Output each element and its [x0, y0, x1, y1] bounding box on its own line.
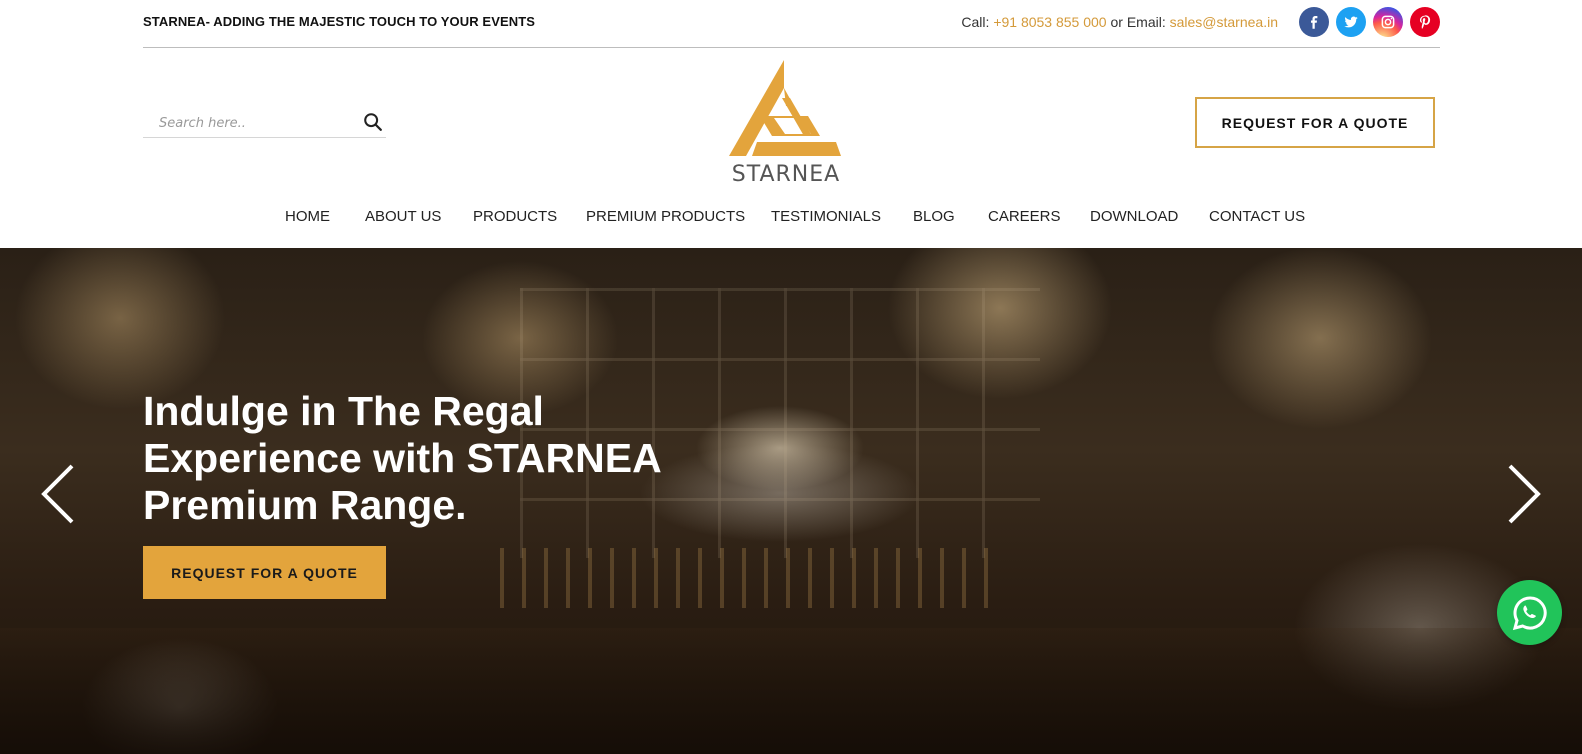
- hero-slider: Indulge in The Regal Experience with STA…: [0, 248, 1582, 754]
- hero-title: Indulge in The Regal Experience with STA…: [143, 388, 661, 528]
- hero-background-tables: [500, 548, 1000, 608]
- search-input[interactable]: [157, 111, 361, 135]
- whatsapp-icon[interactable]: [1497, 580, 1562, 645]
- twitter-icon[interactable]: [1336, 7, 1366, 37]
- hero-request-quote-button[interactable]: REQUEST FOR A QUOTE: [143, 546, 386, 599]
- nav-item-download[interactable]: DOWNLOAD: [1090, 208, 1178, 225]
- site-logo[interactable]: STARNEA: [724, 58, 848, 190]
- search-box: [143, 108, 386, 138]
- search-icon[interactable]: [362, 111, 384, 133]
- nav-item-careers[interactable]: CAREERS: [988, 208, 1061, 225]
- top-divider: [143, 47, 1440, 48]
- logo-text: STARNEA: [731, 162, 841, 187]
- nav-item-blog[interactable]: BLOG: [913, 208, 955, 225]
- nav-item-testimonials[interactable]: TESTIMONIALS: [771, 208, 881, 225]
- pinterest-icon[interactable]: [1410, 7, 1440, 37]
- phone-link[interactable]: +91 8053 855 000: [993, 14, 1106, 30]
- request-quote-button[interactable]: REQUEST FOR A QUOTE: [1195, 97, 1435, 148]
- slider-prev-icon[interactable]: [36, 462, 80, 526]
- logo-mark-icon: [729, 60, 841, 156]
- call-label: Call:: [961, 14, 994, 30]
- contact-info: Call: +91 8053 855 000 or Email: sales@s…: [961, 14, 1278, 30]
- nav-item-premium-products[interactable]: PREMIUM PRODUCTS: [586, 208, 745, 225]
- nav-item-home[interactable]: HOME: [285, 208, 330, 225]
- email-link[interactable]: sales@starnea.in: [1170, 14, 1278, 30]
- facebook-icon[interactable]: [1299, 7, 1329, 37]
- nav-item-contact-us[interactable]: CONTACT US: [1209, 208, 1305, 225]
- page: STARNEA- ADDING THE MAJESTIC TOUCH TO YO…: [0, 0, 1582, 754]
- email-label: or Email:: [1106, 14, 1170, 30]
- site-tagline: STARNEA- ADDING THE MAJESTIC TOUCH TO YO…: [143, 14, 536, 29]
- hero-background-floor: [0, 628, 1582, 754]
- slider-next-icon[interactable]: [1502, 462, 1546, 526]
- main-nav: HOME ABOUT US PRODUCTS PREMIUM PRODUCTS …: [0, 208, 1582, 230]
- nav-item-about-us[interactable]: ABOUT US: [365, 208, 441, 225]
- nav-item-products[interactable]: PRODUCTS: [473, 208, 557, 225]
- instagram-icon[interactable]: [1373, 7, 1403, 37]
